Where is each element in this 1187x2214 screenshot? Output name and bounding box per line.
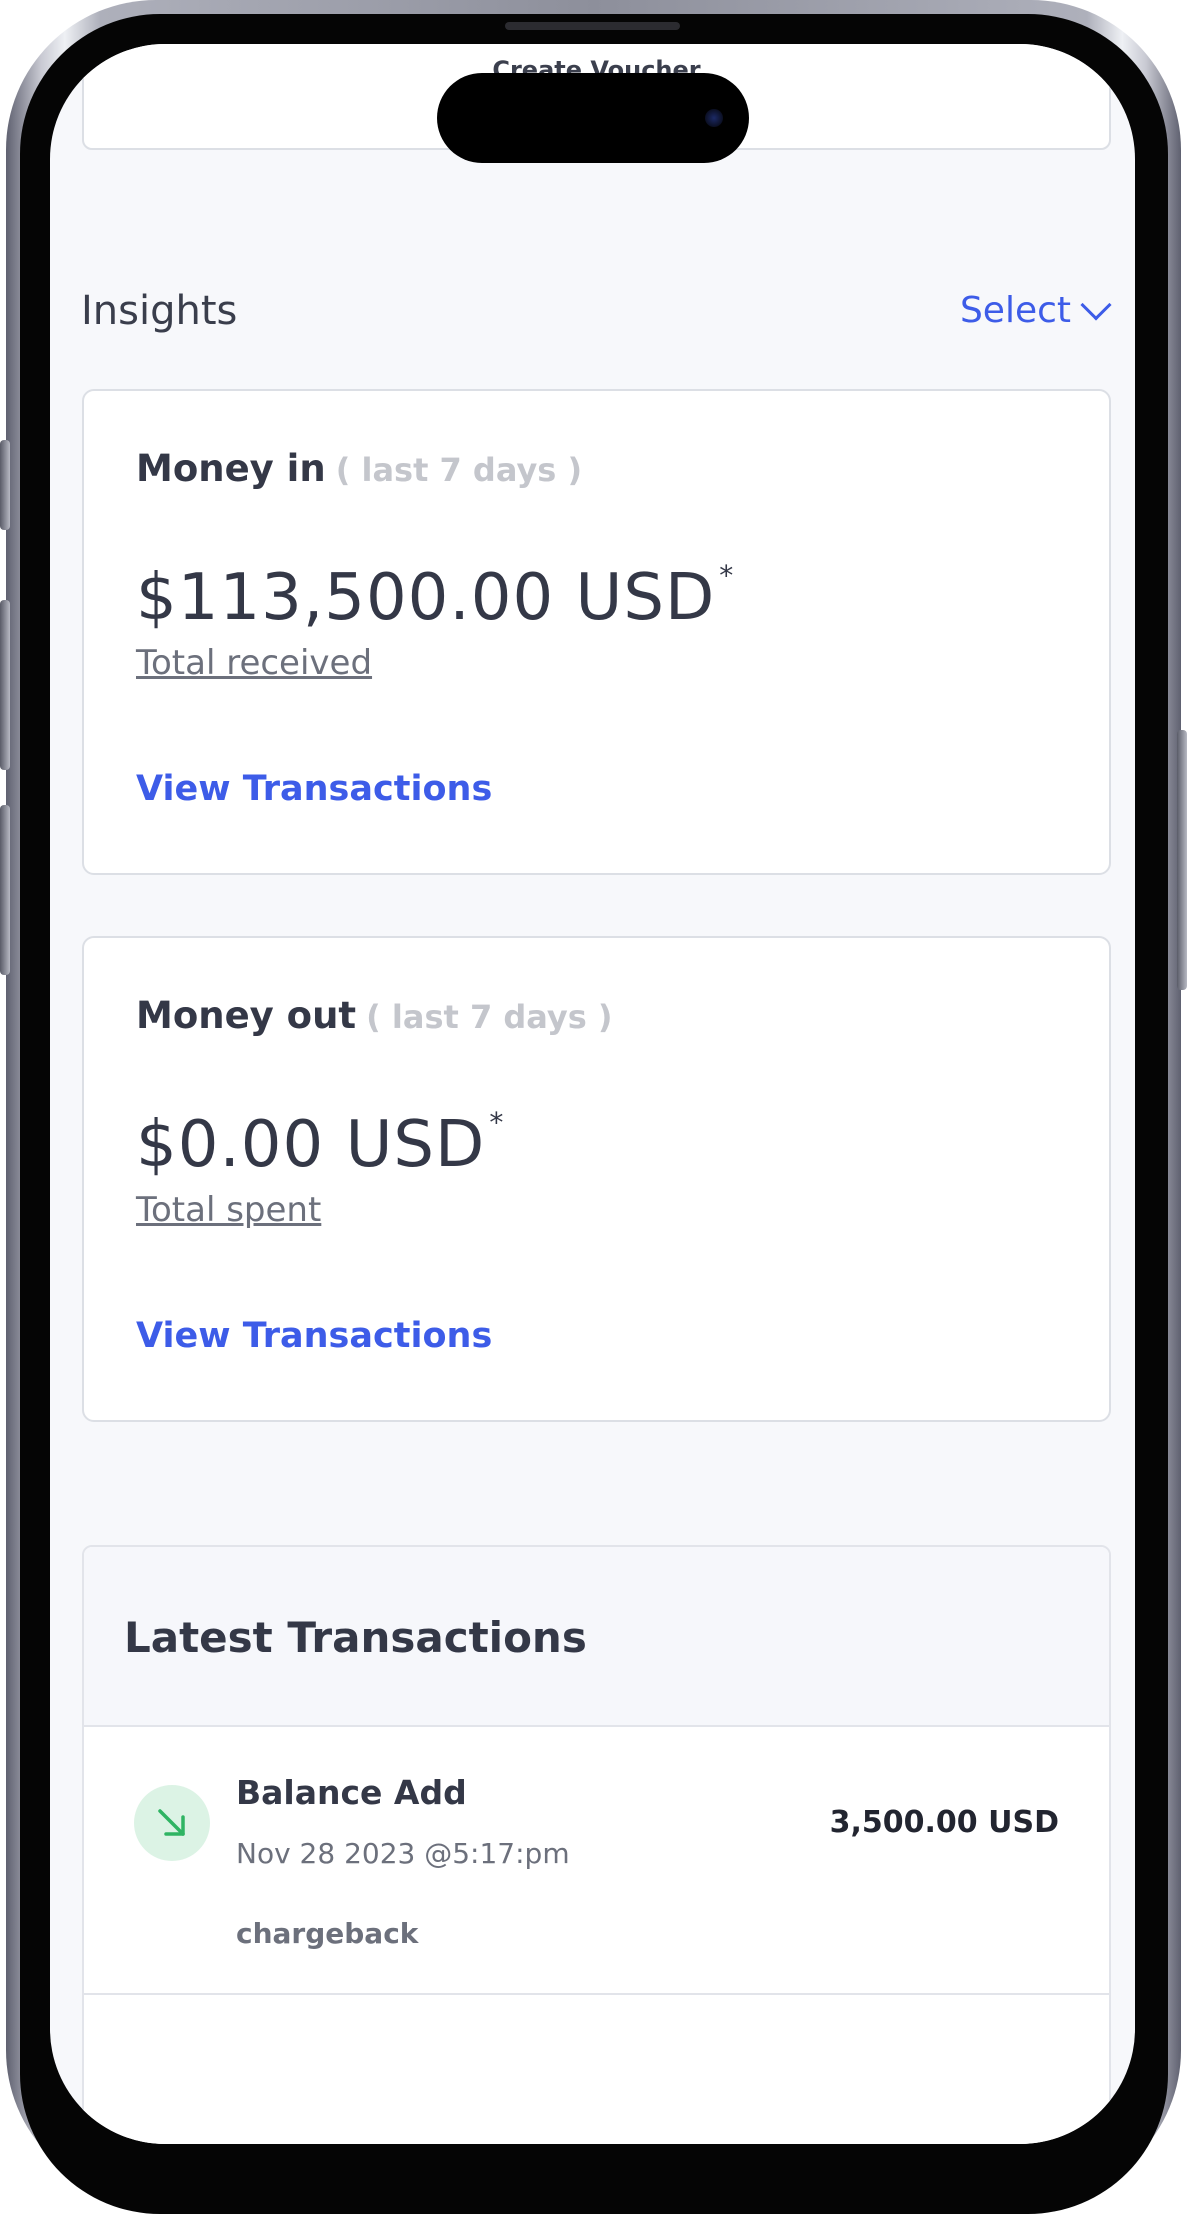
latest-transactions-header: Latest Transactions — [84, 1547, 1109, 1727]
power-button — [1177, 730, 1187, 990]
money-in-amount-value: $113,500.00 USD — [136, 561, 716, 635]
total-spent-label[interactable]: Total spent — [136, 1190, 321, 1230]
view-transactions-out-link[interactable]: View Transactions — [136, 1316, 492, 1356]
volume-up-button — [0, 600, 10, 770]
view-transactions-in-link[interactable]: View Transactions — [136, 769, 492, 809]
silent-switch — [0, 440, 10, 530]
money-out-heading: Money out( last 7 days ) — [136, 994, 613, 1037]
money-out-amount-value: $0.00 USD — [136, 1108, 486, 1182]
transaction-note: chargeback — [236, 1917, 419, 1950]
money-out-heading-text: Money out — [136, 994, 357, 1037]
transaction-date: Nov 28 2023 @5:17:pm — [236, 1837, 570, 1870]
transaction-title: Balance Add — [236, 1773, 467, 1812]
latest-transactions-card: Latest Transactions Balance Add Nov 28 2… — [82, 1545, 1111, 2144]
arrow-down-right-icon — [134, 1785, 210, 1861]
dynamic-island — [437, 73, 749, 163]
money-in-period: ( last 7 days ) — [335, 451, 583, 489]
select-label: Select — [959, 290, 1071, 331]
money-in-card: Money in( last 7 days ) $113,500.00 USD *… — [82, 389, 1111, 875]
total-received-label[interactable]: Total received — [136, 643, 372, 683]
chevron-down-icon — [1080, 288, 1112, 321]
insights-title: Insights — [81, 288, 238, 334]
money-in-heading: Money in( last 7 days ) — [136, 447, 582, 490]
latest-transactions-title: Latest Transactions — [124, 1613, 587, 1662]
camera-icon — [705, 109, 723, 127]
volume-down-button — [0, 805, 10, 975]
money-out-amount: $0.00 USD * — [136, 1105, 505, 1182]
money-in-amount: $113,500.00 USD * — [136, 558, 735, 635]
speaker-grille — [505, 22, 680, 30]
transaction-amount: 3,500.00 USD — [829, 1805, 1059, 1840]
money-out-footnote: * — [489, 1105, 505, 1139]
money-in-footnote: * — [719, 558, 735, 592]
app-screen: Create Voucher Insights Select Money in(… — [50, 44, 1135, 2144]
money-in-heading-text: Money in — [136, 447, 326, 490]
transaction-row[interactable]: Balance Add Nov 28 2023 @5:17:pm chargeb… — [84, 1729, 1109, 1995]
select-dropdown[interactable]: Select — [959, 288, 1112, 331]
money-out-period: ( last 7 days ) — [366, 998, 613, 1036]
money-out-card: Money out( last 7 days ) $0.00 USD * Tota… — [82, 936, 1111, 1422]
